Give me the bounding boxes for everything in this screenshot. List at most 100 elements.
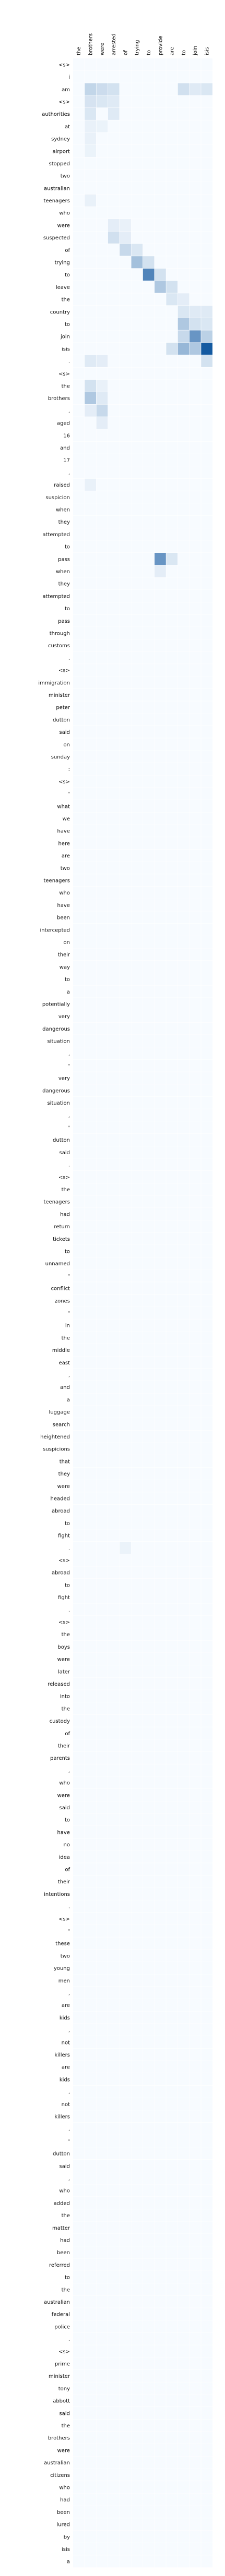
heatmap-cell: [85, 1406, 96, 1418]
heatmap-cell: [155, 1900, 166, 1913]
heatmap-cell: [96, 2098, 108, 2110]
y-tick-label: prime: [55, 2361, 70, 2367]
heatmap-cell: [201, 1616, 212, 1628]
heatmap-cell: [120, 2271, 131, 2283]
heatmap-cell: [131, 775, 143, 788]
heatmap-cell: [143, 343, 155, 355]
heatmap-cell: [85, 454, 96, 466]
heatmap-cell: [190, 2481, 201, 2494]
heatmap-cell: [201, 1875, 212, 1888]
heatmap-cell: [201, 132, 212, 145]
heatmap-cell: [143, 355, 155, 367]
heatmap-cell: [201, 1307, 212, 1319]
heatmap-cell: [96, 2283, 108, 2296]
heatmap-cell: [155, 2394, 166, 2407]
heatmap-cell: [131, 849, 143, 862]
heatmap-cell: [120, 2506, 131, 2518]
heatmap-cell: [85, 1344, 96, 1356]
heatmap-cell: [120, 2098, 131, 2110]
heatmap-cell: [190, 144, 201, 157]
heatmap-cell: [201, 1974, 212, 1987]
heatmap-cell: [190, 1962, 201, 1974]
heatmap-cell: [143, 1653, 155, 1665]
heatmap-cell: [85, 1764, 96, 1776]
heatmap-cell: [155, 2011, 166, 2024]
heatmap-cell: [190, 1022, 201, 1035]
heatmap-cell: [73, 1109, 85, 1121]
y-tick-label: .: [68, 656, 70, 661]
heatmap-cell: [96, 775, 108, 788]
heatmap-cell: [120, 429, 131, 442]
heatmap-cell: [143, 1702, 155, 1715]
heatmap-cell: [155, 244, 166, 256]
heatmap-cell: [108, 1220, 120, 1232]
heatmap-cell: [190, 244, 201, 256]
heatmap-cell: [96, 2357, 108, 2370]
heatmap-cell: [190, 2357, 201, 2370]
heatmap-cell: [85, 800, 96, 813]
heatmap-cell: [143, 2221, 155, 2234]
heatmap-cell: [201, 2258, 212, 2271]
heatmap-cell: [120, 565, 131, 577]
heatmap-cell: [155, 2432, 166, 2444]
heatmap-cell: [131, 182, 143, 195]
heatmap-cell: [131, 1170, 143, 1183]
heatmap-cell: [131, 2184, 143, 2197]
heatmap-cell: [190, 2061, 201, 2073]
heatmap-cell: [155, 1430, 166, 1443]
heatmap-cell: [177, 1690, 190, 1702]
heatmap-cell: [120, 107, 131, 120]
heatmap-cell: [85, 503, 96, 516]
heatmap-cell: [190, 1133, 201, 1146]
heatmap-cell: [166, 1294, 178, 1307]
heatmap-cell: [201, 862, 212, 874]
heatmap-cell: [201, 2332, 212, 2345]
heatmap-cell: [96, 1282, 108, 1295]
heatmap-cell: [108, 268, 120, 281]
heatmap-cell: [166, 590, 178, 602]
y-tick-label: .: [68, 359, 70, 365]
heatmap-cell: [177, 1863, 190, 1876]
heatmap-cell: [143, 2172, 155, 2184]
y-tick-label: idea: [59, 1855, 70, 1860]
heatmap-cell: [131, 1727, 143, 1739]
y-tick-label: we: [63, 816, 70, 822]
heatmap-cell: [201, 565, 212, 577]
heatmap-cell: [177, 2469, 190, 2481]
heatmap-cell: [155, 1665, 166, 1678]
heatmap-cell: [155, 256, 166, 269]
y-tick-label: ": [67, 1311, 70, 1316]
heatmap-cell: [120, 2555, 131, 2568]
heatmap-cell: [96, 651, 108, 664]
heatmap-cell: [166, 1863, 178, 1876]
y-tick-label: very: [58, 1014, 70, 1020]
heatmap-cell: [190, 268, 201, 281]
y-tick-label: lured: [56, 2522, 70, 2528]
heatmap-cell: [73, 293, 85, 306]
heatmap-cell: [131, 144, 143, 157]
heatmap-cell: [155, 985, 166, 998]
heatmap-cell: [155, 1529, 166, 1542]
heatmap-cell: [85, 1319, 96, 1332]
heatmap-cell: [155, 1962, 166, 1974]
y-tick-label: <s>: [58, 668, 70, 674]
y-tick-label: tickets: [53, 1237, 70, 1242]
heatmap-cell: [108, 1727, 120, 1739]
heatmap-cell: [131, 244, 143, 256]
heatmap-cell: [201, 1344, 212, 1356]
heatmap-cell: [166, 1653, 178, 1665]
heatmap-cell: [85, 2518, 96, 2531]
heatmap-cell: [96, 998, 108, 1010]
heatmap-cell: [177, 2172, 190, 2184]
heatmap-cell: [177, 1517, 190, 1529]
heatmap-cell: [166, 1047, 178, 1060]
heatmap-cell: [73, 688, 85, 701]
heatmap-cell: [143, 602, 155, 614]
heatmap-cell: [131, 763, 143, 775]
heatmap-cell: [96, 1739, 108, 1752]
heatmap-cell: [73, 2456, 85, 2469]
heatmap-cell: [73, 2332, 85, 2345]
heatmap-cell: [96, 1764, 108, 1776]
heatmap-cell: [201, 1999, 212, 2011]
heatmap-cell: [108, 577, 120, 590]
